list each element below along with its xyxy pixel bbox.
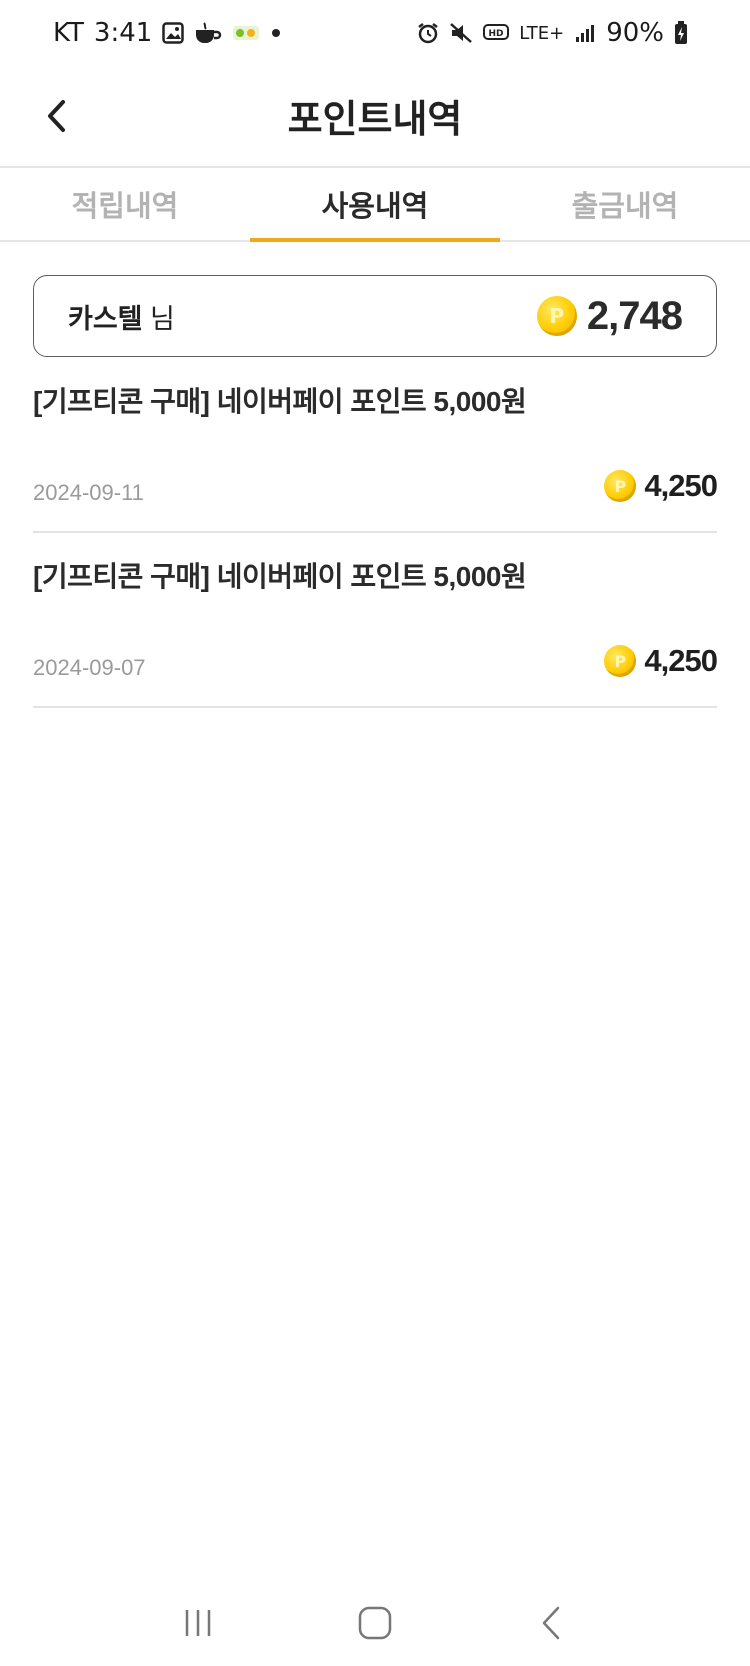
transaction-amount: P 4,250 bbox=[604, 468, 718, 504]
status-right: HD LTE+ 90% bbox=[417, 18, 698, 48]
carrier-label: KT bbox=[53, 18, 84, 48]
list-item[interactable]: [기프티콘 구매] 네이버페이 포인트 5,000원 2024-09-11 P … bbox=[33, 358, 718, 533]
home-button[interactable] bbox=[345, 1593, 405, 1653]
point-coin-icon: P bbox=[536, 296, 577, 336]
app-header: 포인트내역 bbox=[0, 66, 750, 166]
usage-history-list: [기프티콘 구매] 네이버페이 포인트 5,000원 2024-09-11 P … bbox=[33, 358, 718, 708]
coffee-app-icon bbox=[194, 22, 222, 44]
clock-time: 3:41 bbox=[93, 18, 153, 48]
tab-earned[interactable]: 적립내역 bbox=[0, 168, 250, 240]
point-coin-icon: P bbox=[604, 470, 637, 502]
point-balance: P 2,748 bbox=[536, 293, 683, 339]
transaction-title: [기프티콘 구매] 네이버페이 포인트 5,000원 bbox=[33, 561, 527, 592]
user-greeting: 카스텔 님 bbox=[68, 297, 175, 336]
alarm-icon bbox=[417, 22, 439, 44]
notification-app-icon bbox=[232, 23, 260, 43]
battery-charging-icon bbox=[674, 21, 688, 45]
transaction-date: 2024-09-11 bbox=[33, 480, 144, 505]
transaction-title: [기프티콘 구매] 네이버페이 포인트 5,000원 bbox=[33, 386, 527, 417]
status-left: KT 3:41 bbox=[53, 18, 292, 48]
back-arrow-icon bbox=[542, 1606, 559, 1640]
transaction-amount: P 4,250 bbox=[604, 643, 718, 679]
tab-bar: 적립내역 사용내역 출금내역 bbox=[0, 168, 750, 242]
mute-icon bbox=[449, 22, 473, 44]
hd-voice-icon: HD bbox=[483, 23, 510, 43]
more-notifications-dot-icon bbox=[270, 27, 282, 39]
home-icon bbox=[358, 1606, 392, 1640]
user-name: 카스텔 bbox=[68, 303, 143, 334]
network-type-label: LTE+ bbox=[519, 22, 565, 44]
tab-used[interactable]: 사용내역 bbox=[250, 168, 500, 242]
system-nav-bar bbox=[0, 1580, 750, 1666]
gallery-icon bbox=[162, 22, 185, 44]
list-item[interactable]: [기프티콘 구매] 네이버페이 포인트 5,000원 2024-09-07 P … bbox=[33, 533, 718, 708]
tab-withdrawn[interactable]: 출금내역 bbox=[500, 168, 750, 240]
recent-apps-button[interactable] bbox=[168, 1593, 228, 1653]
system-back-button[interactable] bbox=[522, 1593, 582, 1653]
point-coin-icon: P bbox=[604, 645, 637, 677]
amount-value: 4,250 bbox=[644, 643, 718, 678]
recent-apps-icon bbox=[186, 1610, 211, 1636]
amount-value: 4,250 bbox=[644, 468, 718, 503]
point-history-screen: KT 3:41 HD LTE+ 90% 포인트내역 적립내역 사용내역 출금내역… bbox=[0, 0, 750, 1666]
signal-icon bbox=[574, 23, 596, 43]
svg-text:HD: HD bbox=[489, 29, 504, 39]
point-summary-card: 카스텔 님 P 2,748 bbox=[33, 275, 717, 357]
user-honorific: 님 bbox=[150, 303, 175, 334]
status-bar: KT 3:41 HD LTE+ 90% bbox=[0, 0, 750, 66]
transaction-date: 2024-09-07 bbox=[33, 655, 146, 680]
balance-value: 2,748 bbox=[586, 293, 683, 338]
page-title: 포인트내역 bbox=[287, 99, 463, 141]
battery-percent: 90% bbox=[606, 18, 664, 48]
